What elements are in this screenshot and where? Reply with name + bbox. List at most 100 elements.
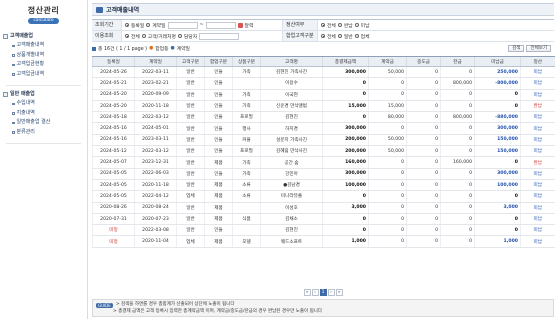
view-all-button[interactable]: 전체보기 <box>526 45 551 52</box>
table-row[interactable]: 2024-05-05 2022-04-12 업체 제품 소류 미나라뮤즐 0 0 0 0 0 미납 <box>92 190 555 203</box>
last-page-button[interactable]: » <box>335 288 343 296</box>
table-cell: 0 <box>474 156 521 169</box>
table-cell[interactable]: 김혜림 만삭사진 <box>260 145 323 158</box>
radio-target-all[interactable] <box>125 34 129 38</box>
table-cell: 인들 <box>204 111 233 124</box>
next-page-button[interactable]: › <box>327 288 335 296</box>
date-to-input[interactable] <box>205 21 236 29</box>
table-cell: 2023-02-21 <box>134 77 177 90</box>
table-row[interactable]: 2024-05-16 2024-05-01 일반 인들 행사 하지경 300,000 0 0 0 3… <box>92 122 555 135</box>
sidebar-group-general: 일반 매출업 수입내역 지출내역 일반매출업 결산 분류관리 <box>0 89 87 137</box>
radio-prog-all[interactable] <box>321 34 325 38</box>
column-header[interactable]: 등록일 <box>92 56 135 67</box>
table-cell: 미납 <box>520 213 555 226</box>
table-cell[interactable]: ●김남경 <box>260 179 323 192</box>
table-cell: 0 <box>440 190 475 203</box>
sidebar-group-title[interactable]: 고객매출업 <box>0 31 87 41</box>
table-cell: 0 <box>322 213 369 226</box>
sidebar-item-expense[interactable]: 지출내역 <box>0 109 87 119</box>
table-cell[interactable]: 미나라뮤즐 <box>260 190 323 203</box>
table-cell[interactable]: 웨드소프트 <box>260 235 323 248</box>
sidebar-item-deposit-status[interactable]: 고객입금현황 <box>0 60 87 70</box>
prev-page-button[interactable]: ‹ <box>311 288 319 296</box>
table-cell[interactable]: 설문지 가족사진 <box>260 134 323 147</box>
radio-settle-unpaid[interactable] <box>354 23 359 27</box>
table-cell: 0 <box>406 190 441 203</box>
radio-settle-all[interactable] <box>321 23 325 27</box>
table-cell: 0 <box>406 168 441 180</box>
table-cell: 2024-05-18 <box>92 111 135 124</box>
sidebar-item-label: 고객입금현황 <box>16 61 45 67</box>
sidebar-item-label: 고객입금내역 <box>16 70 45 77</box>
sidebar-item-category[interactable]: 분류관리 <box>0 128 87 138</box>
sidebar-group-customer: 고객매출업 고객매출내역 상품개별내역 고객입금현황 고객입금내역 <box>0 31 87 79</box>
table-cell[interactable]: 김현진 가족사진 <box>260 66 323 79</box>
table-row[interactable]: 미정 2022-03-08 일반 인들 김현진 0 0 0 0 0 미납 <box>92 224 555 237</box>
radio-settle-paid[interactable] <box>337 23 342 27</box>
radio-prog-company[interactable] <box>354 34 359 38</box>
radio-contract-date[interactable] <box>146 23 151 27</box>
table-cell[interactable]: 김현진 <box>260 111 323 124</box>
radio-target-customer[interactable] <box>141 34 146 38</box>
sidebar-item-deposit-history[interactable]: 고객입금내역 <box>0 70 87 80</box>
radio-target-manager[interactable] <box>177 34 182 38</box>
table-row[interactable]: 2024-05-16 2023-03-11 일반 인들 커플 설문지 가족사진 200,00… <box>92 134 555 147</box>
table-cell[interactable]: 이국현 <box>260 89 323 101</box>
column-header[interactable]: 계약일 <box>134 56 177 67</box>
table-cell: 프로필 <box>232 145 261 158</box>
table-cell: 인들 <box>204 77 233 90</box>
table-row[interactable]: 2024-05-12 2022-03-12 일반 인들 프로필 김혜림 만삭사진 200,0… <box>92 145 555 158</box>
table-row[interactable]: 2024-05-05 2020-11-18 일반 제품 소류 ●김남경 100,000 0 0 0… <box>92 179 555 192</box>
table-cell[interactable]: 김현진 <box>260 224 323 237</box>
sidebar-item-customer-sales[interactable]: 고객매출내역 <box>0 41 87 51</box>
radio-prog-general[interactable] <box>337 34 342 38</box>
sidebar-item-settlement[interactable]: 일반매출업 결산 <box>0 118 87 128</box>
sidebar-item-product-detail[interactable]: 상품개별내역 <box>0 51 87 61</box>
table-cell[interactable]: 이성호 <box>260 202 323 214</box>
table-header-row: 등록일 계약일 고객구분 합업구분 상품구분 고객명 총결제금액 계약금 중도금 잔금 미납금 정산 <box>92 56 555 67</box>
table-cell: 인들 <box>204 168 233 180</box>
table-cell[interactable]: 하지경 <box>260 122 323 135</box>
sidebar-item-income[interactable]: 수입내역 <box>0 99 87 109</box>
table-cell: 2024-05-16 <box>92 134 135 147</box>
table-cell: 2024-05-21 <box>92 77 135 90</box>
radio-reg-date[interactable] <box>125 23 129 27</box>
sidebar-group-title[interactable]: 일반 매출업 <box>0 89 87 99</box>
table-row[interactable]: 2024-05-21 2023-02-21 일반 인들 이용수 0 0 0 800,000 -80… <box>92 77 555 90</box>
table-cell: 일반 <box>176 224 205 237</box>
table-cell: 2022-03-11 <box>134 66 177 79</box>
table-cell: 일반 <box>176 134 205 147</box>
table-cell[interactable]: 김채소 <box>260 213 323 226</box>
page-number[interactable]: 1 <box>319 288 327 296</box>
table-row[interactable]: 미정 2020-11-04 업체 제품 모델 웨드소프트 1,000 0 0 0 1,000 미납 <box>92 235 555 248</box>
table-row[interactable]: 2020-07-31 2020-07-23 일반 제품 식품 김채소 0 0 0 0 0 미납 <box>92 213 555 226</box>
table-cell: 2022-03-08 <box>134 224 177 237</box>
table-cell[interactable]: 공간 숲 <box>260 156 323 169</box>
calendar-icon[interactable] <box>237 22 243 28</box>
table-cell: 0 <box>406 156 441 169</box>
table-cell[interactable]: 이용수 <box>260 77 323 90</box>
date-from-input[interactable] <box>167 21 198 29</box>
table-cell: 미납 <box>520 179 555 192</box>
keyword-input[interactable] <box>199 32 240 40</box>
table-row[interactable]: 2024-05-07 2023-12-31 일반 제품 가족 공간 숲 160,000 0 0 1… <box>92 156 555 169</box>
table-cell: 50,000 <box>368 145 407 158</box>
table-row[interactable]: 2020-08-26 2020-08-24 일반 제품 이성호 3,000 0 0 0 3,000… <box>92 202 555 214</box>
table-row[interactable]: 2024-05-26 2022-03-11 일반 인들 가족 김현진 가족사진 300,00… <box>92 66 555 79</box>
table-row[interactable]: 2024-05-18 2022-03-12 일반 인들 프로필 김현진 0 80,000 0 80… <box>92 111 555 124</box>
table-row[interactable]: 2024-05-20 2020-11-18 일반 인들 가족 신운경 만삭앨범 15,000… <box>92 100 555 113</box>
table-cell: 미납 <box>520 134 555 147</box>
table-cell[interactable]: 강민아 <box>260 168 323 180</box>
search-button[interactable]: 검색 <box>508 45 525 52</box>
bullet-icon <box>12 112 15 115</box>
column-header: 상품구분 <box>232 56 261 67</box>
table-row[interactable]: 2024-05-20 2020-09-09 일반 인들 가족 이국현 0 0 0 0 0 미납 <box>92 89 555 101</box>
table-cell: 2020-08-24 <box>134 202 177 214</box>
table-cell <box>232 202 261 214</box>
folder-icon <box>3 91 8 97</box>
table-row[interactable]: 2024-05-05 2022-06-03 일반 인들 가족 강민아 300,000 0 0 0 3… <box>92 168 555 180</box>
table-cell: 0 <box>368 89 407 101</box>
first-page-button[interactable]: « <box>303 288 311 296</box>
table-cell[interactable]: 신운경 만삭앨범 <box>260 100 323 113</box>
table-cell: 제품 <box>204 202 233 214</box>
